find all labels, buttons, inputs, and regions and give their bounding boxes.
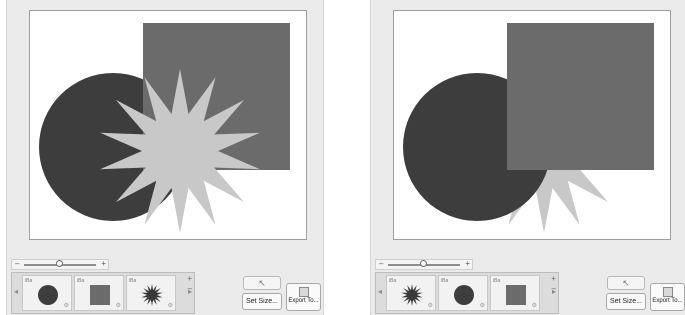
export-button[interactable]: Export To... [286, 283, 321, 311]
circle-shape [38, 285, 58, 305]
layer-settings-icon[interactable]: ⚙ [116, 302, 121, 309]
layer-tag: iBa [129, 278, 137, 284]
star-shape [141, 284, 163, 306]
scroll-left-icon[interactable]: ◂ [378, 287, 382, 296]
scroll-right-icon[interactable]: ▸ [552, 287, 556, 296]
export-label: Export To... [288, 298, 319, 304]
layer-thumb-shape [141, 284, 163, 306]
drawing-canvas[interactable] [29, 10, 307, 240]
add-layer-icon[interactable]: + [187, 274, 192, 283]
editor-panel-left: – + ◂ iBa ⚙ iBa ⚙ iBa ⚙ + – ▸ ↖ Set Size… [6, 0, 324, 315]
canvas-svg [403, 23, 654, 233]
layer-strip: ◂ iBa ⚙ iBa ⚙ iBa ⚙ + – ▸ [375, 272, 559, 314]
pointer-icon: ↖ [258, 278, 266, 288]
square-shape[interactable] [507, 23, 654, 170]
layer-thumb-3[interactable]: iBa ⚙ [126, 275, 176, 311]
export-button[interactable]: Export To... [650, 283, 685, 311]
editor-panel-right: – + ◂ iBa ⚙ iBa ⚙ iBa ⚙ + – ▸ ↖ Set Size… [370, 0, 685, 315]
export-label: Export To... [652, 298, 683, 304]
export-icon [662, 287, 673, 297]
zoom-out-icon[interactable]: – [379, 258, 383, 270]
scroll-right-icon[interactable]: ▸ [188, 287, 192, 296]
layer-strip: ◂ iBa ⚙ iBa ⚙ iBa ⚙ + – ▸ [11, 272, 195, 314]
layer-tag: iBa [441, 278, 449, 284]
add-layer-icon[interactable]: + [551, 274, 556, 283]
zoom-slider-knob[interactable] [420, 260, 427, 267]
zoom-in-icon[interactable]: + [465, 258, 470, 270]
layer-settings-icon[interactable]: ⚙ [428, 302, 433, 309]
layer-settings-icon[interactable]: ⚙ [64, 302, 69, 309]
layer-thumb-1[interactable]: iBa ⚙ [22, 275, 72, 311]
drawing-canvas[interactable] [393, 10, 671, 240]
zoom-out-icon[interactable]: – [15, 258, 19, 270]
layer-thumb-shape [38, 285, 58, 305]
layer-tag: iBa [493, 278, 501, 284]
export-icon [298, 287, 309, 297]
scroll-left-icon[interactable]: ◂ [14, 287, 18, 296]
layer-thumb-2[interactable]: iBa ⚙ [74, 275, 124, 311]
pointer-icon: ↖ [622, 278, 630, 288]
set-size-button[interactable]: Set Size... [606, 293, 646, 310]
layer-settings-icon[interactable]: ⚙ [480, 302, 485, 309]
layer-thumb-shape [90, 285, 110, 305]
layer-tag: iBa [389, 278, 397, 284]
layer-thumb-3[interactable]: iBa ⚙ [490, 275, 540, 311]
layer-settings-icon[interactable]: ⚙ [168, 302, 173, 309]
zoom-slider-knob[interactable] [56, 260, 63, 267]
square-shape [506, 285, 526, 305]
layer-thumb-shape [506, 285, 526, 305]
canvas-svg [39, 23, 290, 233]
layer-settings-icon[interactable]: ⚙ [532, 302, 537, 309]
zoom-in-icon[interactable]: + [101, 258, 106, 270]
square-shape [90, 285, 110, 305]
zoom-slider[interactable]: – + [375, 259, 473, 270]
star-shape [401, 284, 423, 306]
layer-thumb-shape [454, 285, 474, 305]
pointer-tool-button[interactable]: ↖ [607, 276, 645, 290]
layer-thumb-shape [401, 284, 423, 306]
layer-tag: iBa [25, 278, 33, 284]
layer-thumb-1[interactable]: iBa ⚙ [386, 275, 436, 311]
layer-tag: iBa [77, 278, 85, 284]
zoom-slider[interactable]: – + [11, 259, 109, 270]
pointer-tool-button[interactable]: ↖ [243, 276, 281, 290]
circle-shape [454, 285, 474, 305]
layer-thumb-2[interactable]: iBa ⚙ [438, 275, 488, 311]
set-size-button[interactable]: Set Size... [242, 293, 282, 310]
